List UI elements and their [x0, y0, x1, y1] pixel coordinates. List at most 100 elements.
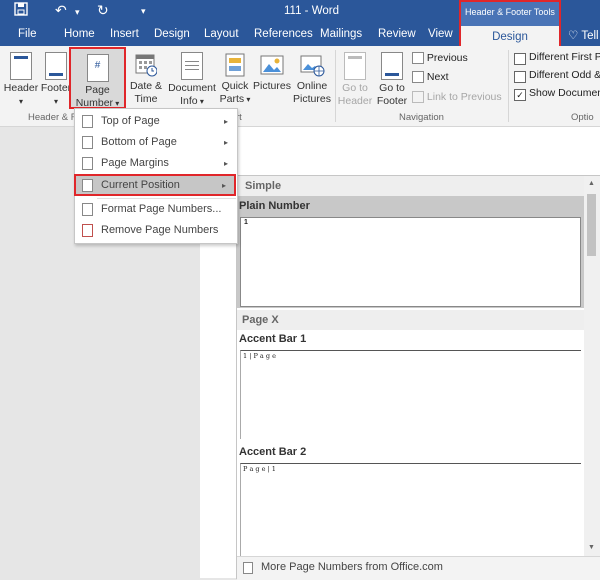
- more-page-numbers-button[interactable]: More Page Numbers from Office.com: [237, 556, 600, 580]
- page-margins-label: Page Margins: [101, 157, 169, 169]
- link-to-previous-label: Link to Previous: [426, 91, 502, 103]
- go-to-header-icon: [344, 52, 366, 80]
- save-icon[interactable]: [14, 2, 28, 19]
- quick-parts-button[interactable]: Quick Parts ▾: [217, 52, 253, 106]
- different-first-page-checkbox[interactable]: [514, 53, 526, 65]
- quick-parts-label-2: Parts: [219, 93, 245, 105]
- tab-insert[interactable]: Insert: [110, 28, 139, 40]
- customize-qat-icon[interactable]: ▾: [141, 6, 146, 17]
- header-dropdown-icon: ▾: [18, 97, 23, 106]
- next-button[interactable]: Next: [412, 71, 449, 84]
- document-info-button[interactable]: Document Info ▾: [166, 52, 218, 108]
- scroll-up-icon[interactable]: ▲: [588, 180, 595, 187]
- online-pictures-label-1: Online: [296, 80, 328, 92]
- quick-parts-dropdown-icon: ▾: [244, 95, 251, 104]
- previous-button[interactable]: Previous: [412, 52, 468, 65]
- tab-view[interactable]: View: [428, 28, 453, 40]
- page-number-label-1: Page: [85, 84, 110, 96]
- gallery-item-plain-number[interactable]: Plain Number 1: [237, 196, 584, 308]
- group-label-options: Optio: [571, 112, 594, 123]
- remove-page-numbers-icon: [82, 224, 93, 237]
- redo-icon[interactable]: ↻: [97, 2, 109, 19]
- remove-page-numbers-label: Remove Page Numbers: [101, 224, 219, 236]
- gallery-item-accent-bar-2[interactable]: Accent Bar 2 P a g e | 1: [237, 443, 584, 556]
- group-separator: [508, 50, 509, 122]
- plain-number-preview: 1: [240, 217, 581, 307]
- gallery-scrollbar[interactable]: ▲ ▼: [584, 176, 600, 556]
- gallery-section-page-x: Page X: [242, 314, 279, 326]
- group-label-header-footer: Header & F: [28, 112, 77, 123]
- previous-icon: [412, 52, 424, 65]
- go-to-footer-button[interactable]: Go to Footer: [373, 52, 411, 108]
- format-page-numbers-icon: [82, 203, 93, 216]
- menu-item-remove-page-numbers[interactable]: Remove Page Numbers: [76, 220, 236, 241]
- undo-dropdown-icon[interactable]: ▾: [75, 7, 80, 18]
- header-button[interactable]: Header ▾: [2, 52, 40, 108]
- window-title: 111 - Word: [284, 5, 339, 17]
- menu-item-format-page-numbers[interactable]: Format Page Numbers...: [76, 199, 236, 220]
- tell-me-box[interactable]: ♡ Tell: [568, 28, 599, 42]
- show-document-text-checkbox[interactable]: ✓: [514, 89, 526, 101]
- go-to-header-button[interactable]: Go to Header: [336, 52, 374, 108]
- go-to-footer-label-2: Footer: [376, 95, 408, 107]
- next-label: Next: [426, 71, 449, 83]
- tab-file[interactable]: File: [18, 28, 37, 40]
- online-pictures-label-2: Pictures: [293, 93, 331, 105]
- submenu-arrow-icon: ▸: [223, 159, 228, 168]
- bottom-of-page-icon: [82, 136, 93, 149]
- different-odd-even-checkbox[interactable]: [514, 71, 526, 83]
- header-footer-tools-context: Header & Footer Tools Design: [459, 0, 561, 48]
- tab-layout[interactable]: Layout: [204, 28, 239, 40]
- pictures-icon: [259, 52, 285, 78]
- online-pictures-button[interactable]: Online Pictures: [292, 52, 332, 106]
- online-pictures-icon: [299, 52, 325, 78]
- menu-item-top-of-page[interactable]: Top of Page ▸: [76, 111, 236, 132]
- menu-item-current-position[interactable]: Current Position ▸: [74, 174, 236, 196]
- go-to-footer-icon: [381, 52, 403, 80]
- pictures-button[interactable]: Pictures: [252, 52, 292, 93]
- pictures-label: Pictures: [253, 80, 291, 92]
- undo-icon[interactable]: ↶: [55, 2, 67, 19]
- tab-header-footer-design[interactable]: Design: [461, 26, 559, 48]
- show-document-text-label: Show Documen: [529, 87, 600, 99]
- document-info-label-1: Document: [168, 82, 216, 94]
- quick-parts-icon: [224, 52, 246, 78]
- link-to-previous-button[interactable]: Link to Previous: [412, 91, 502, 104]
- header-footer-tools-label: Header & Footer Tools: [465, 7, 555, 17]
- tab-mailings[interactable]: Mailings: [320, 28, 362, 40]
- header-label: Header: [3, 82, 39, 94]
- scroll-down-icon[interactable]: ▼: [588, 544, 595, 551]
- more-page-numbers-label: More Page Numbers from Office.com: [261, 561, 443, 573]
- tab-home[interactable]: Home: [64, 28, 95, 40]
- group-label-navigation: Navigation: [399, 112, 444, 123]
- accent-bar-1-title: Accent Bar 1: [239, 333, 307, 345]
- tab-design[interactable]: Design: [154, 28, 190, 40]
- top-of-page-icon: [82, 115, 93, 128]
- tab-references[interactable]: References: [254, 28, 313, 40]
- go-to-footer-label-1: Go to: [379, 82, 405, 94]
- document-info-label-2: Info: [180, 95, 198, 107]
- page-number-button[interactable]: # Page Number ▾: [69, 47, 126, 109]
- page-number-menu: Top of Page ▸ Bottom of Page ▸ Page Marg…: [74, 108, 238, 244]
- tab-review[interactable]: Review: [378, 28, 416, 40]
- accent-bar-2-title: Accent Bar 2: [239, 446, 307, 458]
- more-page-numbers-icon: [243, 562, 253, 574]
- scroll-thumb[interactable]: [587, 194, 596, 256]
- document-info-dropdown-icon: ▾: [197, 97, 204, 106]
- go-to-header-label-1: Go to: [342, 82, 368, 94]
- menu-item-bottom-of-page[interactable]: Bottom of Page ▸: [76, 132, 236, 153]
- accent-bar-1-preview: 1 | P a g e: [240, 350, 581, 439]
- accent-bar-2-preview: P a g e | 1: [240, 463, 581, 556]
- menu-item-page-margins[interactable]: Page Margins ▸: [76, 153, 236, 174]
- bottom-of-page-label: Bottom of Page: [101, 136, 177, 148]
- format-page-numbers-label: Format Page Numbers...: [101, 203, 222, 215]
- date-time-button[interactable]: Date & Time: [127, 52, 165, 106]
- submenu-arrow-icon: ▸: [221, 181, 226, 190]
- different-odd-even-label: Different Odd &: [529, 69, 600, 81]
- date-time-label-1: Date &: [129, 80, 163, 92]
- gallery-section-simple: Simple: [245, 180, 282, 192]
- submenu-arrow-icon: ▸: [223, 138, 228, 147]
- tell-me-label: Tell: [581, 30, 599, 42]
- page-number-icon: #: [86, 54, 109, 82]
- gallery-item-accent-bar-1[interactable]: Accent Bar 1 1 | P a g e: [237, 330, 584, 440]
